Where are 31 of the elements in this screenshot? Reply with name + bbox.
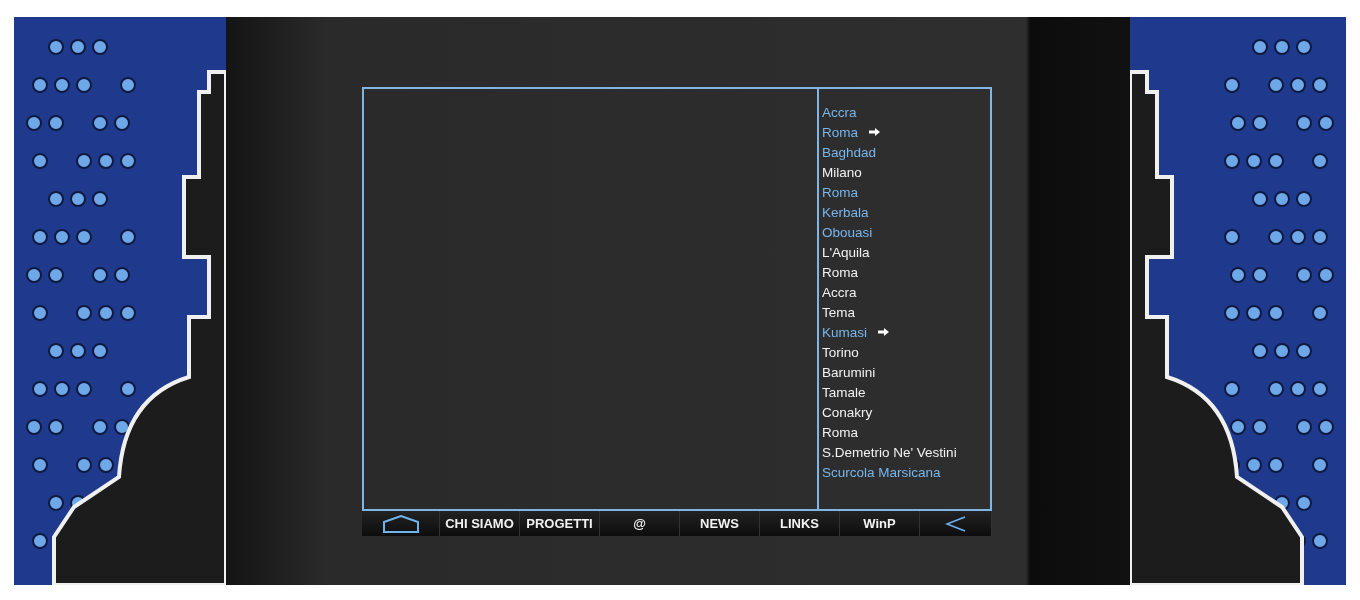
nav-button[interactable]: NEWS	[680, 511, 760, 536]
place-label: Barumini	[822, 364, 876, 380]
place-label: S.Demetrio Ne' Vestini	[822, 444, 957, 460]
place-link[interactable]: Roma	[822, 124, 858, 140]
place-link[interactable]: Kerbala	[822, 204, 869, 220]
place-label: Milano	[822, 164, 862, 180]
place-label: Torino	[822, 344, 859, 360]
chevron-left-icon	[944, 515, 967, 532]
place-label: Accra	[822, 284, 857, 300]
place-link[interactable]: Scurcola Marsicana	[822, 464, 941, 480]
house-icon	[381, 514, 420, 533]
back-button[interactable]	[920, 511, 992, 536]
place-link[interactable]: Kumasi	[822, 324, 867, 340]
nav-button[interactable]: CHI SIAMO	[440, 511, 520, 536]
nav-button[interactable]: PROGETTI	[520, 511, 600, 536]
arrow-right-icon	[878, 328, 889, 336]
nav-button[interactable]: WinP	[840, 511, 920, 536]
place-link[interactable]: Baghdad	[822, 144, 877, 160]
home-button[interactable]	[362, 511, 440, 536]
nav-button[interactable]: LINKS	[760, 511, 840, 536]
place-label: Roma	[822, 424, 858, 440]
place-label: Conakry	[822, 404, 873, 420]
place-label: Roma	[822, 264, 858, 280]
place-label: Tema	[822, 304, 855, 320]
place-link[interactable]: Roma	[822, 184, 858, 200]
place-label: L'Aquila	[822, 244, 870, 260]
place-link[interactable]: Accra	[822, 104, 857, 120]
place-link[interactable]: Obouasi	[822, 224, 873, 240]
place-label: Tamale	[822, 384, 866, 400]
arrow-right-icon	[869, 128, 880, 136]
nav-button[interactable]: @	[600, 511, 680, 536]
